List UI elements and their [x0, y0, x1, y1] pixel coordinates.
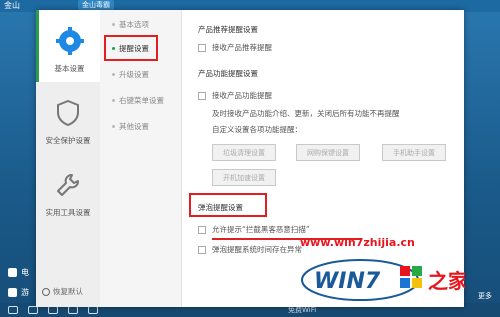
settings-subnav: 基本选项 提醒设置 升级设置 右键菜单设置 其他设置 [100, 10, 182, 307]
subnav-item-context-menu[interactable]: 右键菜单设置 [112, 93, 164, 107]
checkbox[interactable] [198, 225, 206, 234]
background-more-label[interactable]: 更多 [478, 291, 492, 301]
watermark-logo-text: WIN7 [314, 269, 381, 294]
bullet-icon [112, 98, 115, 102]
subnav-item-upgrade[interactable]: 升级设置 [112, 67, 149, 81]
background-left-item[interactable]: 电 [8, 262, 29, 282]
gamepad-icon [8, 287, 17, 297]
gear-icon [55, 27, 84, 55]
settings-sidebar: 基本设置 安全保护设置 实用工具设置 恢复默认 [36, 10, 100, 307]
tool-icon[interactable] [88, 306, 98, 314]
sidebar-item-security[interactable]: 安全保护设置 [36, 82, 100, 154]
shield-icon [54, 99, 82, 127]
bullet-icon [112, 72, 115, 76]
watermark-logo: WIN7 之家 [300, 256, 469, 302]
feature-custom-label: 自定义设置各项功能提醒： [212, 125, 302, 134]
checkbox[interactable] [198, 245, 206, 254]
restore-default-button[interactable]: 恢复默认 [42, 286, 83, 297]
sidebar-item-tools[interactable]: 实用工具设置 [36, 154, 100, 226]
tool-icon[interactable] [8, 306, 18, 314]
section-title-product-feature: 产品功能提醒设置 [198, 69, 258, 78]
checkbox[interactable] [198, 91, 206, 100]
sidebar-item-label: 安全保护设置 [45, 136, 91, 145]
feature-description: 及时接收产品功能介绍、更新，关闭后所有功能不再提醒 [212, 109, 400, 118]
section-title-product-recommend: 产品推荐提醒设置 [198, 25, 258, 34]
watermark-url: www.win7zhijia.cn [300, 236, 415, 249]
bullet-icon [112, 124, 115, 128]
subnav-item-basic-options[interactable]: 基本选项 [112, 17, 149, 31]
phone-assistant-settings-button[interactable]: 手机助手设置 [382, 144, 446, 161]
checkbox[interactable] [198, 43, 206, 52]
tool-icon[interactable] [28, 306, 38, 314]
checkbox-product-feature[interactable]: 接收产品功能提醒 [198, 90, 272, 101]
tool-icon[interactable] [48, 306, 58, 314]
section-title-popup: 弹泡提醒设置 [198, 203, 243, 212]
wrench-icon [54, 171, 82, 199]
junk-clean-settings-button[interactable]: 垃圾清理设置 [212, 144, 276, 161]
bullet-icon [112, 22, 115, 26]
watermark-logo-suffix: 之家 [428, 269, 465, 293]
background-left-items: 电 游 [8, 262, 29, 302]
background-app-title-text: 金山 [4, 1, 20, 10]
background-left-item[interactable]: 游 [8, 282, 29, 302]
subnav-item-other[interactable]: 其他设置 [112, 119, 149, 133]
sidebar-item-basic[interactable]: 基本设置 [36, 10, 100, 82]
background-app-title: 金山 [4, 0, 20, 11]
sidebar-item-label: 基本设置 [54, 64, 85, 73]
restore-default-label: 恢复默认 [53, 287, 83, 296]
checkbox-product-recommend[interactable]: 接收产品推荐提醒 [198, 42, 272, 53]
checkbox-system-time-abnormal[interactable]: 弹泡提醒系统时间存在异常 [198, 244, 302, 255]
boot-speedup-settings-button[interactable]: 开机加速设置 [212, 169, 276, 186]
tv-icon [8, 267, 17, 277]
sidebar-item-label: 实用工具设置 [45, 208, 91, 217]
checkbox-block-hacker-scan[interactable]: 允许提示“拦截黑客恶意扫描” [198, 224, 310, 235]
shopping-guard-settings-button[interactable]: 网购保镖设置 [296, 144, 360, 161]
restore-icon [42, 287, 50, 296]
highlight-box-reminder [104, 35, 158, 61]
tool-icon[interactable] [68, 306, 78, 314]
